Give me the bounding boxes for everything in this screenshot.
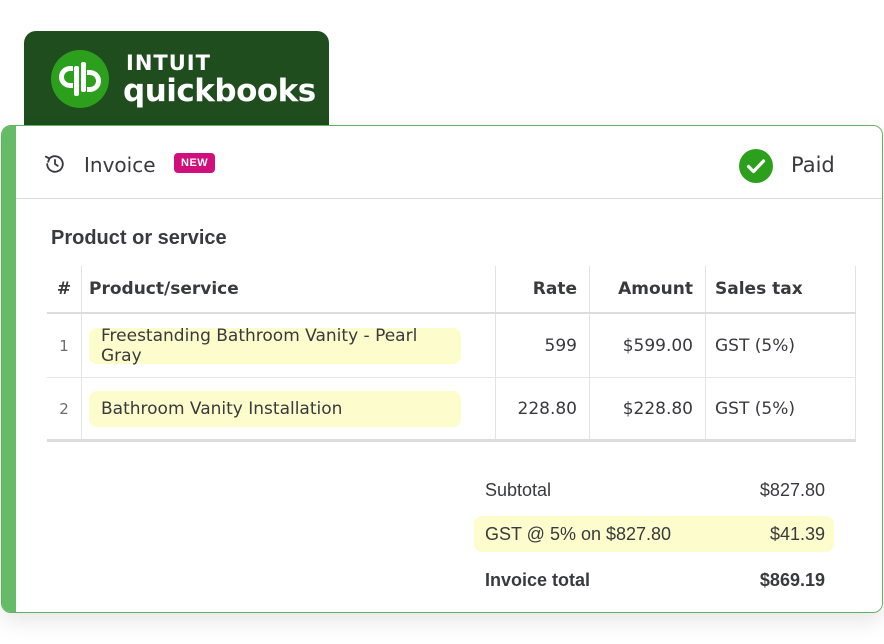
product-name[interactable]: Freestanding Bathroom Vanity - Pearl Gra…: [89, 326, 461, 366]
row-number: 1: [59, 336, 69, 355]
sales-tax-cell[interactable]: GST (5%): [715, 314, 835, 377]
gst-label: GST @ 5% on $827.80: [485, 523, 672, 544]
invoice-title: Invoice: [84, 153, 156, 177]
table-row[interactable]: 2 Bathroom Vanity Installation 228.80 $2…: [47, 378, 856, 442]
totals-summary: Subtotal $827.80 GST @ 5% on $827.80 $41…: [474, 468, 834, 602]
rate-cell[interactable]: 599: [497, 314, 577, 377]
gst-row: GST @ 5% on $827.80 $41.39: [474, 516, 834, 552]
card-accent-bar: [2, 126, 16, 612]
table-header: # Product/service Rate Amount Sales tax: [47, 266, 856, 314]
invoice-card: Invoice NEW Paid Product or service # Pr…: [1, 125, 883, 613]
subtotal-row: Subtotal $827.80: [474, 468, 834, 512]
column-header-product: Product/service: [89, 279, 239, 299]
check-circle-icon: [739, 149, 773, 183]
card-body: Invoice NEW Paid Product or service # Pr…: [16, 126, 882, 612]
line-items-table: # Product/service Rate Amount Sales tax …: [47, 266, 856, 442]
product-cell[interactable]: Freestanding Bathroom Vanity - Pearl Gra…: [89, 314, 509, 377]
column-header-number: #: [56, 279, 72, 299]
table-row[interactable]: 1 Freestanding Bathroom Vanity - Pearl G…: [47, 314, 856, 378]
product-cell[interactable]: Bathroom Vanity Installation: [89, 378, 509, 439]
subtotal-value: $827.80: [759, 479, 825, 500]
status-paid: Paid: [791, 153, 835, 177]
history-icon[interactable]: [44, 153, 66, 175]
subtotal-label: Subtotal: [485, 479, 552, 500]
invoice-total-row: Invoice total $869.19: [474, 558, 834, 602]
amount-cell[interactable]: $228.80: [591, 378, 693, 439]
rate-cell[interactable]: 228.80: [497, 378, 577, 439]
row-number: 2: [59, 399, 69, 418]
invoice-header: Invoice NEW Paid: [16, 126, 882, 199]
gst-value: $41.39: [769, 523, 825, 544]
column-header-rate: Rate: [532, 279, 577, 299]
column-header-amount: Amount: [618, 279, 693, 299]
brand-line1: INTUIT: [126, 51, 211, 75]
amount-cell[interactable]: $599.00: [591, 314, 693, 377]
quickbooks-logo-icon: [51, 50, 109, 108]
new-badge: NEW: [174, 153, 216, 173]
product-name[interactable]: Bathroom Vanity Installation: [89, 390, 461, 427]
sales-tax-cell[interactable]: GST (5%): [715, 378, 835, 439]
invoice-total-label: Invoice total: [485, 569, 591, 590]
section-title: Product or service: [51, 227, 227, 249]
column-header-sales-tax: Sales tax: [715, 279, 803, 299]
brand-line2: quickbooks: [123, 73, 316, 109]
invoice-total-value: $869.19: [759, 569, 825, 590]
brand-logo: INTUIT quickbooks: [24, 31, 329, 135]
